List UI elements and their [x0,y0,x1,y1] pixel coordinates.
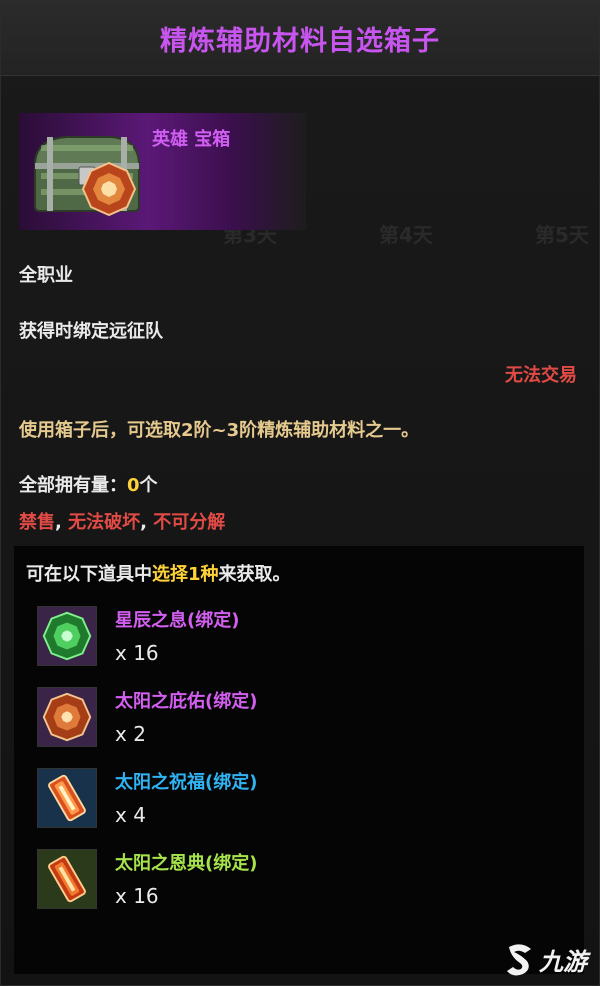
ghost-text: 第4天 [379,223,433,247]
reward-quantity: x 2 [115,722,146,746]
item-header: 英雄 宝箱 [19,113,306,230]
bind-info: 获得时绑定远征队 [19,321,163,342]
reward-intro: 可在以下道具中选择1种来获取。 [26,560,291,586]
owned-value: 0 [127,475,140,496]
item-description: 使用箱子后，可选取2阶~3阶精炼辅助材料之一。 [19,420,420,441]
restriction-no-disassemble: 不可分解 [153,512,226,533]
blessing-crystal-icon [37,768,97,828]
separator: , [140,512,154,533]
ghost-text: 第5天 [535,223,589,247]
watermark-logo-icon [507,943,531,975]
reward-name: 太阳之庇佑(绑定) [115,691,258,712]
title-bar: 精炼辅助材料自选箱子 [1,1,599,76]
reward-intro-prefix: 可在以下道具中 [26,564,152,585]
reward-intro-suffix: 来获取。 [218,564,291,585]
item-title: 精炼辅助材料自选箱子 [160,25,440,57]
owned-label: 全部拥有量： [19,475,127,496]
watermark-text: 九游 [539,948,587,976]
restrictions: 禁售, 无法破坏, 不可分解 [19,508,225,534]
separator: , [55,512,69,533]
owned-count: 全部拥有量：0个 [19,471,158,497]
reward-name: 星辰之息(绑定) [115,610,240,631]
reward-quantity: x 16 [115,641,159,665]
restriction-no-sell: 禁售 [19,512,55,533]
reward-selection-panel: 可在以下道具中选择1种来获取。 星辰之息(绑定) x 16 太阳之庇佑(绑定) … [14,546,584,974]
reward-option[interactable]: 太阳之庇佑(绑定) x 2 [37,687,557,751]
reward-option[interactable]: 太阳之恩典(绑定) x 16 [37,849,557,913]
sun-gem-icon [37,687,97,747]
watermark: 九游 [505,942,587,977]
green-gem-icon [37,606,97,666]
reward-name: 太阳之恩典(绑定) [115,853,258,874]
trade-restriction: 无法交易 [505,365,577,386]
restriction-no-destroy: 无法破坏 [68,512,141,533]
reward-name: 太阳之祝福(绑定) [115,772,258,793]
grace-crystal-icon [37,849,97,909]
reward-intro-highlight: 选择1种 [152,564,219,585]
treasure-chest-icon [33,136,141,217]
owned-unit: 个 [139,475,158,496]
item-tooltip: 第3天 第4天 第5天 精炼辅助材料自选箱子 英雄 宝箱 全职业 获得时绑定远征… [0,0,600,986]
reward-option[interactable]: 太阳之祝福(绑定) x 4 [37,768,557,832]
reward-quantity: x 16 [115,884,159,908]
reward-quantity: x 4 [115,803,146,827]
item-grade: 英雄 宝箱 [152,129,231,150]
reward-option[interactable]: 星辰之息(绑定) x 16 [37,606,557,670]
class-requirement: 全职业 [19,265,73,286]
